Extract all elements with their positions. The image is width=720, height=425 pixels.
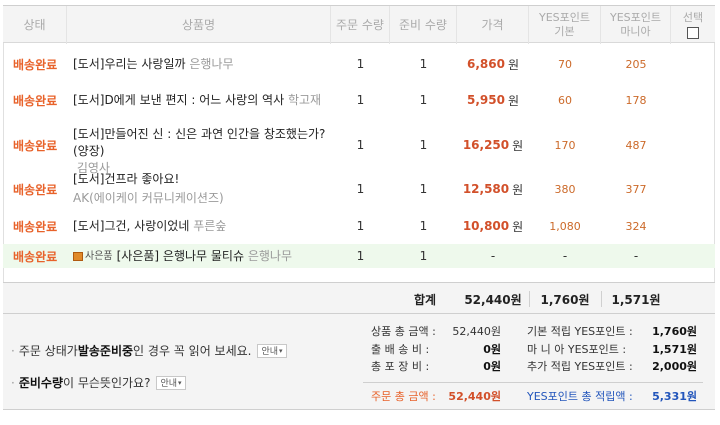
- bullet: ·: [11, 343, 15, 358]
- guide-button[interactable]: 안내 ▾: [156, 375, 186, 390]
- gift-row: 배송완료 사은품 [사은품] 은행나무 물티슈 은행나무 1 1 - - -: [3, 244, 715, 268]
- yes-mania-points: 178: [625, 93, 647, 107]
- chevron-down-icon: ▾: [279, 346, 283, 355]
- publisher-text: 푸른숲: [193, 218, 227, 233]
- product-total-line: 상품 총 금액 :52,440원: [371, 325, 501, 338]
- table-row: 배송완료 [도서]우리는 사랑일까 은행나무 1 1 6,860 원 70 205: [3, 50, 715, 78]
- prep-qty: 1: [419, 57, 428, 71]
- status-label: 배송완료: [13, 249, 58, 264]
- gift-title: [사은품] 은행나무 물티슈: [116, 248, 245, 263]
- yes-basic-points: 380: [554, 182, 576, 196]
- order-qty: 1: [356, 93, 365, 107]
- status-label: 배송완료: [13, 57, 58, 72]
- order-qty: 1: [356, 182, 365, 196]
- yes-basic-points: -: [562, 249, 568, 263]
- total-basic-points: 1,760원: [540, 292, 590, 307]
- basic-points-line: 기본 적립 YES포인트 :1,760원: [527, 325, 697, 338]
- header-yes-basic: YES포인트 기본: [529, 6, 601, 44]
- bullet: ·: [11, 375, 15, 390]
- yes-mania-points: 324: [625, 219, 647, 233]
- yes-mania-points: 205: [625, 57, 647, 71]
- header-prep-qty: 준비 수량: [390, 6, 457, 44]
- gift-icon: [73, 251, 83, 261]
- publisher-text: 은행나무: [189, 56, 234, 71]
- order-qty: 1: [356, 219, 365, 233]
- price: 16,250 원: [462, 138, 524, 153]
- yes-mania-points: 377: [625, 182, 647, 196]
- publisher-text: 학고재: [287, 92, 322, 107]
- total-mania-points: 1,571원: [611, 292, 661, 307]
- order-detail-table: 상태 상품명 주문 수량 준비 수량 가격 YES포인트 기본 YES포인트 마니아…: [0, 0, 720, 425]
- prep-qty: 1: [419, 182, 428, 196]
- table-row: 배송완료 [도서]건프라 좋아요! AK(에이케이 커뮤니케이션즈) 1 1 1…: [3, 170, 715, 208]
- product-title-cell: [도서]그건, 사랑이었네 푸른숲: [73, 212, 333, 240]
- chevron-down-icon: ▾: [178, 378, 182, 387]
- order-total-line: 주문 총 금액 :52,440원: [371, 390, 501, 403]
- prep-qty: 1: [419, 219, 428, 233]
- table-row: 배송완료 [도서]D에게 보낸 편지 : 어느 사랑의 역사 학고재 1 1 5…: [3, 82, 715, 118]
- yes-mania-points: 487: [625, 138, 647, 152]
- status-label: 배송완료: [13, 182, 58, 197]
- packing-fee-line: 총 포 장 비 :0원: [371, 360, 501, 373]
- prep-qty: 1: [419, 93, 428, 107]
- guide-button[interactable]: 안내 ▾: [257, 343, 287, 358]
- header-yes-mania: YES포인트 마니아: [601, 6, 671, 44]
- yes-basic-points: 170: [554, 138, 576, 152]
- gift-title-cell: 사은품 [사은품] 은행나무 물티슈 은행나무: [73, 244, 343, 268]
- price: 6,860 원: [466, 57, 519, 72]
- total-label: 합계: [413, 292, 437, 307]
- prep-qty: 1: [419, 249, 428, 263]
- total-row: 합계 52,440원 1,760원 1,571원: [3, 282, 715, 314]
- header-product: 상품명: [67, 6, 331, 44]
- product-title-cell: [도서]우리는 사랑일까 은행나무: [73, 50, 333, 78]
- price: 12,580 원: [462, 182, 524, 197]
- order-qty: 1: [356, 138, 365, 152]
- summary-divider: [363, 382, 703, 383]
- order-qty: 1: [356, 249, 365, 263]
- header-price: 가격: [457, 6, 529, 44]
- order-qty: 1: [356, 57, 365, 71]
- publisher-text: 은행나무: [247, 248, 293, 263]
- product-title-link[interactable]: [도서]D에게 보낸 편지 : 어느 사랑의 역사: [73, 92, 284, 109]
- product-title-link[interactable]: [도서]건프라 좋아요!: [73, 171, 179, 188]
- table-row: 배송완료 [도서]만들어진 신 : 신은 과연 인간을 창조했는가? (양장) …: [3, 126, 715, 175]
- yes-mania-points: -: [633, 249, 639, 263]
- order-info-panel: · 주문 상태가 발송준비중 인 경우 꼭 읽어 보세요. 안내 ▾ · 준비수량 이…: [3, 314, 715, 410]
- product-title-cell: [도서]D에게 보낸 편지 : 어느 사랑의 역사 학고재: [73, 82, 333, 118]
- header-status: 상태: [3, 6, 67, 44]
- table-header: 상태 상품명 주문 수량 준비 수량 가격 YES포인트 기본 YES포인트 마니아…: [3, 5, 715, 44]
- publisher-text: AK(에이케이 커뮤니케이션즈): [73, 191, 224, 205]
- total-price: 52,440원: [464, 292, 522, 307]
- yes-basic-points: 1,080: [549, 219, 581, 233]
- status-label: 배송완료: [13, 219, 58, 234]
- extra-points-line: 추가 적립 YES포인트 :2,000원: [527, 360, 697, 373]
- yes-basic-points: 70: [558, 57, 572, 71]
- product-title-cell: [도서]건프라 좋아요! AK(에이케이 커뮤니케이션즈): [73, 170, 333, 208]
- gift-badge: 사은품: [73, 248, 113, 265]
- yes-basic-points: 60: [558, 93, 572, 107]
- status-label: 배송완료: [13, 138, 58, 153]
- price: 10,800 원: [462, 219, 524, 234]
- header-order-qty: 주문 수량: [331, 6, 390, 44]
- table-row: 배송완료 [도서]그건, 사랑이었네 푸른숲 1 1 10,800 원 1,080…: [3, 212, 715, 240]
- note-prep-qty: · 준비수량 이 무슨뜻인가요? 안내 ▾: [11, 374, 186, 391]
- price: 5,950 원: [466, 93, 519, 108]
- product-title-link[interactable]: [도서]만들어진 신 : 신은 과연 인간을 창조했는가? (양장): [73, 126, 333, 160]
- header-select: 선택: [671, 6, 715, 44]
- product-title-link[interactable]: [도서]우리는 사랑일까: [73, 56, 186, 73]
- note-shipping-prep: · 주문 상태가 발송준비중 인 경우 꼭 읽어 보세요. 안내 ▾: [11, 342, 287, 359]
- product-title-cell: [도서]만들어진 신 : 신은 과연 인간을 창조했는가? (양장) 김영사: [73, 126, 333, 175]
- prep-qty: 1: [419, 138, 428, 152]
- mania-points-line: 마 니 아 YES포인트 :1,571원: [527, 343, 697, 356]
- shipping-fee-line: 출 배 송 비 :0원: [371, 343, 501, 356]
- product-title-link[interactable]: [도서]그건, 사랑이었네: [73, 218, 189, 235]
- select-all-checkbox[interactable]: [687, 27, 699, 39]
- status-label: 배송완료: [13, 93, 58, 108]
- price: -: [490, 249, 496, 263]
- points-total-line: YES포인트 총 적립액 :5,331원: [527, 390, 697, 403]
